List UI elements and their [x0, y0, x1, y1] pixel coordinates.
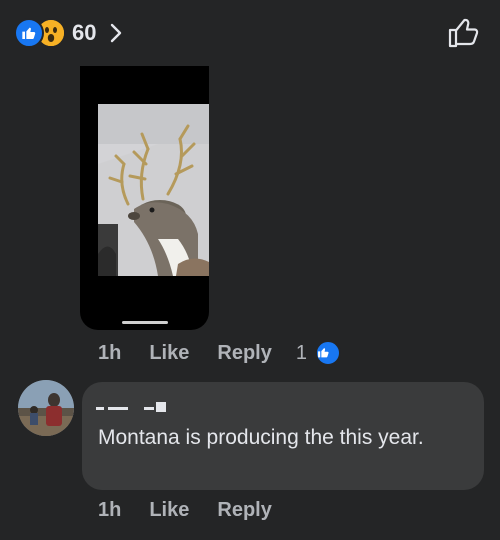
chevron-right-icon — [108, 22, 124, 44]
comment-actions: 1h Like Reply 1 — [98, 340, 341, 366]
like-reaction-icon — [14, 18, 44, 48]
author-name[interactable] — [96, 398, 174, 412]
comment-time: 1h — [98, 499, 122, 521]
deer-mount-photo — [98, 104, 209, 276]
reply-link[interactable]: Reply — [217, 499, 271, 522]
avatar[interactable] — [18, 380, 74, 436]
thumbs-up-outline-icon — [448, 18, 479, 48]
comment-text: Montana is producing the this year. — [98, 426, 424, 449]
like-link[interactable]: Like — [149, 342, 189, 365]
comment-actions: 1h Like Reply — [98, 499, 272, 522]
reaction-count: 60 — [72, 20, 97, 45]
reaction-summary[interactable]: 60 — [14, 18, 124, 48]
comment-time: 1h — [98, 341, 122, 364]
comment-bubble[interactable]: Montana is producing the this year. — [82, 382, 484, 490]
reply-link[interactable]: Reply — [217, 342, 271, 365]
home-indicator — [122, 321, 168, 324]
comment-reaction-count[interactable]: 1 — [296, 340, 341, 366]
like-button[interactable] — [446, 16, 480, 50]
like-reaction-icon — [314, 340, 341, 366]
comment-photo[interactable] — [80, 66, 209, 330]
like-link[interactable]: Like — [149, 499, 189, 522]
